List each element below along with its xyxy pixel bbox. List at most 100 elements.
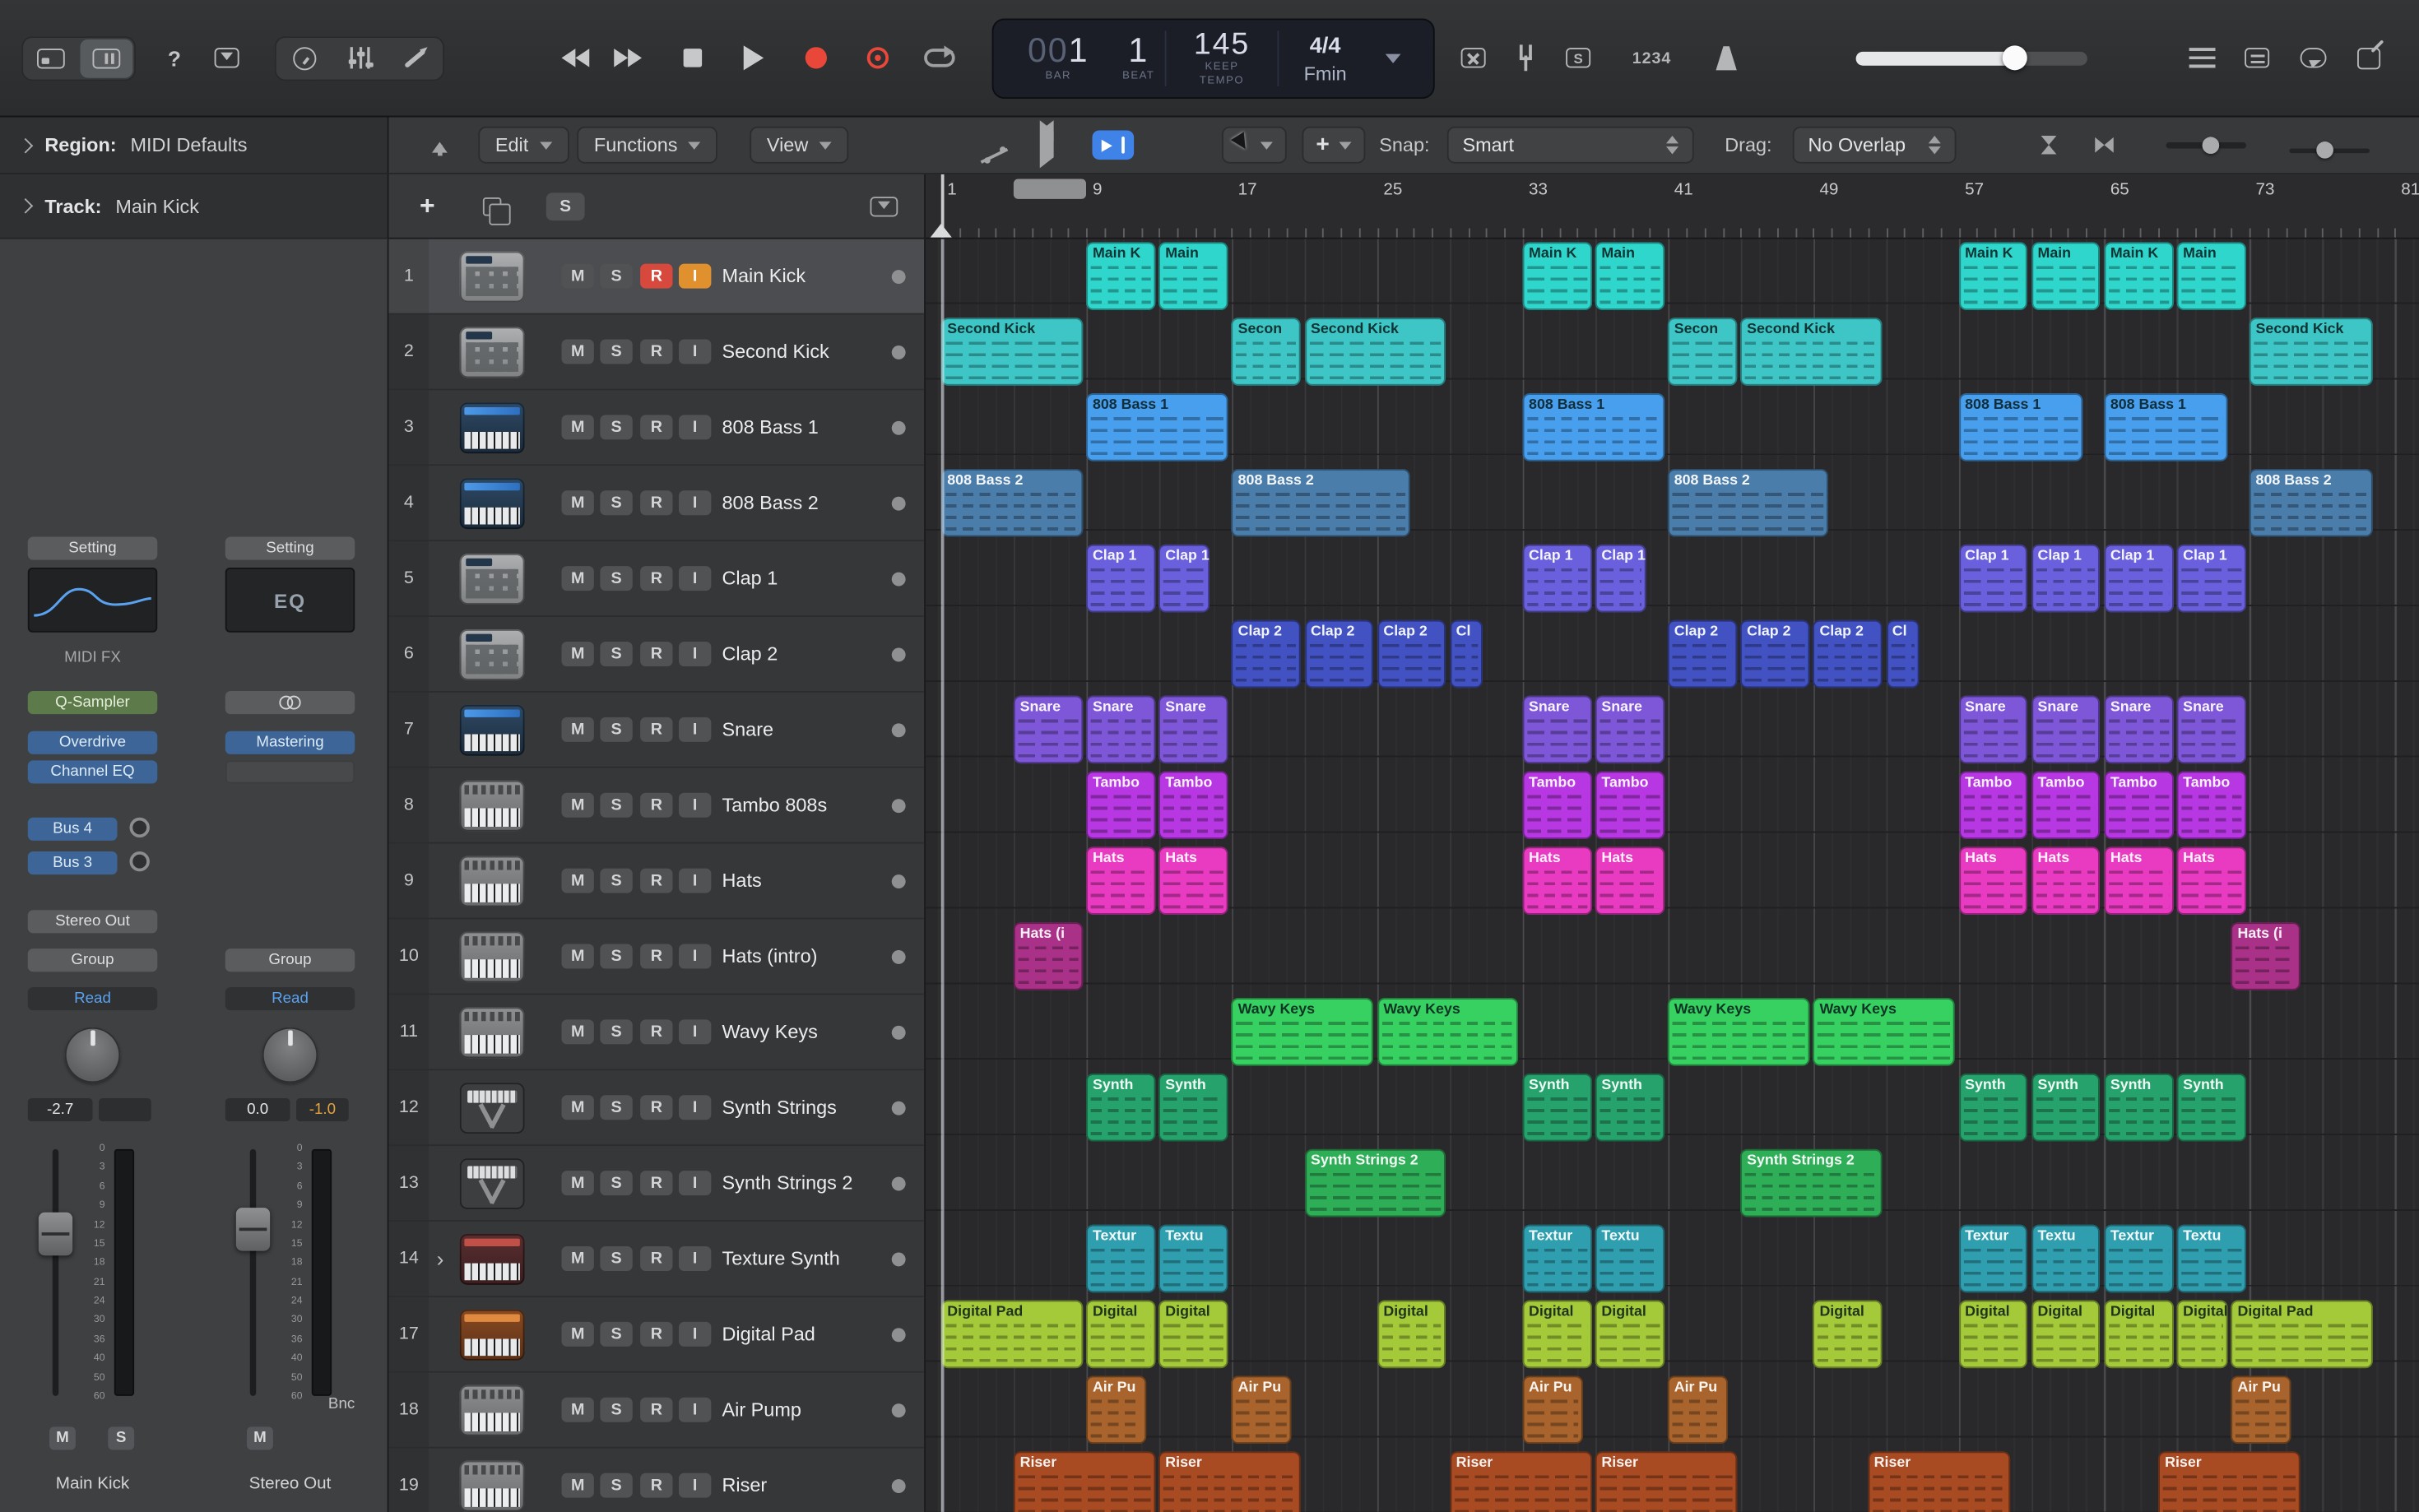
lcd-tempo-section[interactable]: 145 KEEP TEMPO — [1167, 29, 1278, 89]
track-on-icon[interactable] — [892, 573, 906, 587]
mute-button[interactable]: M — [562, 869, 594, 893]
region[interactable]: Textur — [1959, 1225, 2028, 1293]
output-slot[interactable]: Stereo Out — [28, 910, 158, 933]
region[interactable]: Textur — [2104, 1225, 2173, 1293]
region[interactable]: Textu — [2177, 1225, 2246, 1293]
region[interactable]: Snare — [1959, 696, 2028, 764]
region[interactable]: Snare — [2031, 696, 2101, 764]
solo-button[interactable]: S — [600, 1019, 632, 1044]
automation-mode-button[interactable]: Read — [28, 987, 158, 1010]
instrument-slot[interactable]: Q-Sampler — [28, 691, 158, 714]
record-enable-button[interactable]: R — [640, 566, 672, 591]
volume-value[interactable]: 0.0 — [225, 1098, 290, 1121]
region[interactable]: Snare — [1159, 696, 1228, 764]
send-knob[interactable] — [130, 818, 150, 837]
region[interactable]: Synth Strings 2 — [1741, 1149, 1883, 1217]
region[interactable]: 808 Bass 1 — [1523, 393, 1665, 461]
track-icon[interactable] — [460, 1007, 525, 1058]
region[interactable]: Cl — [1450, 620, 1482, 689]
inspector-toggle-button[interactable] — [81, 39, 133, 77]
track-header-row[interactable]: 1MSRIMain Kick — [389, 239, 925, 315]
input-monitor-button[interactable]: I — [679, 793, 711, 818]
region[interactable]: Tambo — [1086, 772, 1155, 840]
region[interactable]: Riser — [1868, 1451, 2009, 1512]
region[interactable]: Wavy Keys — [1668, 998, 1809, 1066]
record-enable-button[interactable]: R — [640, 944, 672, 969]
region[interactable]: Hats — [2177, 846, 2246, 915]
eq-display[interactable] — [28, 568, 158, 633]
region[interactable]: Tambo — [1595, 772, 1665, 840]
input-monitor-button[interactable]: I — [679, 1019, 711, 1044]
region[interactable]: Digital — [1377, 1301, 1446, 1369]
track-on-icon[interactable] — [892, 1026, 906, 1040]
region[interactable]: Digital — [1813, 1301, 1883, 1369]
up-arrow-button[interactable] — [416, 123, 462, 167]
track-icon[interactable] — [460, 1158, 525, 1209]
capture-recording-button[interactable] — [852, 35, 903, 80]
solo-button[interactable]: S — [600, 1322, 632, 1347]
region[interactable]: Clap 1 — [1959, 545, 2028, 613]
region[interactable]: Synth — [2031, 1074, 2101, 1142]
region[interactable]: Textu — [1159, 1225, 1228, 1293]
region[interactable]: Digital — [1595, 1301, 1665, 1369]
region[interactable]: Main K — [1959, 242, 2028, 310]
track-header-row[interactable]: 9MSRIHats — [389, 844, 925, 920]
track-on-icon[interactable] — [892, 421, 906, 435]
region[interactable]: Tambo — [1523, 772, 1592, 840]
duplicate-track-button[interactable] — [472, 197, 513, 216]
region[interactable]: Clap 1 — [2031, 545, 2101, 613]
library-toggle-button[interactable] — [25, 39, 77, 77]
arrange-area[interactable]: Main KMainMain KMainMain KMainMain KMain… — [926, 239, 2419, 1512]
volume-fader[interactable] — [236, 1208, 270, 1251]
mute-button[interactable]: M — [562, 566, 594, 591]
region[interactable]: 808 Bass 1 — [1086, 393, 1228, 461]
solo-button[interactable]: S — [600, 1246, 632, 1271]
track-on-icon[interactable] — [892, 1102, 906, 1115]
group-slot[interactable]: Group — [28, 948, 158, 972]
region[interactable]: Second Kick — [1304, 318, 1446, 386]
toolbar-toggle-button[interactable] — [204, 36, 250, 80]
collaboration-button[interactable] — [2290, 36, 2336, 80]
mute-button[interactable]: M — [562, 490, 594, 515]
region[interactable]: Main K — [2104, 242, 2173, 310]
region[interactable]: Textu — [1595, 1225, 1665, 1293]
track-header-row[interactable]: 8MSRITambo 808s — [389, 768, 925, 844]
track-icon[interactable] — [460, 1083, 525, 1134]
add-track-button[interactable]: + — [407, 195, 448, 216]
region[interactable]: Wavy Keys — [1232, 998, 1373, 1066]
metronome-button[interactable] — [1703, 36, 1749, 80]
region[interactable]: Tambo — [2104, 772, 2173, 840]
region[interactable]: Digital — [2104, 1301, 2173, 1369]
catch-playhead-button[interactable] — [1093, 130, 1135, 160]
ruler[interactable]: 19172533414957657381 — [926, 174, 2419, 239]
input-monitor-button[interactable]: I — [679, 1473, 711, 1498]
region[interactable]: Wavy Keys — [1377, 998, 1519, 1066]
region[interactable]: Air Pu — [1232, 1376, 1292, 1445]
region[interactable]: Second Kick — [2250, 318, 2373, 386]
vertical-zoom-slider[interactable] — [2166, 142, 2247, 148]
pan-value-box[interactable] — [99, 1098, 151, 1121]
solo-button[interactable]: S — [600, 1095, 632, 1120]
input-monitor-button[interactable]: I — [679, 1398, 711, 1422]
mute-button[interactable]: M — [562, 1019, 594, 1044]
region[interactable]: Textur — [1523, 1225, 1592, 1293]
region[interactable]: Digital — [1086, 1301, 1155, 1369]
mute-button[interactable]: M — [562, 415, 594, 439]
track-on-icon[interactable] — [892, 1328, 906, 1342]
empty-fx-slot[interactable] — [225, 760, 355, 783]
region[interactable]: Clap 1 — [1086, 545, 1155, 613]
solo-button[interactable]: S — [600, 264, 632, 289]
pan-knob[interactable] — [65, 1027, 121, 1083]
region[interactable]: Synth — [1595, 1074, 1665, 1142]
slider-knob[interactable] — [2202, 137, 2219, 154]
send-slot[interactable]: Bus 3 — [28, 851, 118, 874]
lcd-display[interactable]: 001 BAR 1 BEAT 145 KEEP TEMPO 4/4 Fmin — [992, 19, 1435, 100]
automation-mode-button[interactable]: Read — [225, 987, 355, 1010]
region[interactable]: 808 Bass 1 — [2104, 393, 2227, 461]
count-in-button[interactable]: 1234 — [1632, 49, 1672, 67]
input-monitor-button[interactable]: I — [679, 1246, 711, 1271]
region[interactable]: 808 Bass 1 — [1959, 393, 2082, 461]
track-on-icon[interactable] — [892, 950, 906, 964]
bounce-button[interactable]: Bnc — [328, 1396, 355, 1413]
region[interactable]: Snare — [2104, 696, 2173, 764]
